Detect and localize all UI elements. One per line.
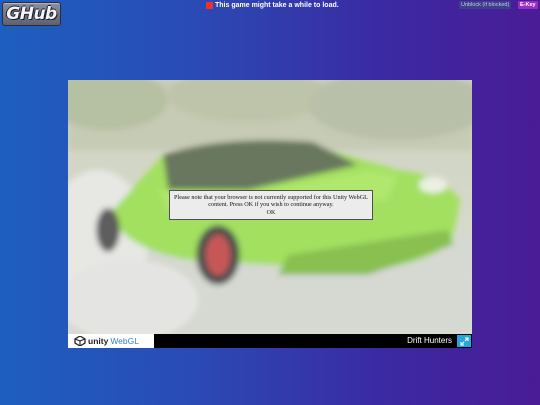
dialog-message: Please note that your browser is not cur… — [174, 194, 368, 209]
webgl-word: WebGL — [110, 336, 139, 346]
game-canvas[interactable]: Please note that your browser is not cur… — [68, 80, 472, 334]
unity-word: unity — [88, 336, 109, 346]
unity-webgl-badge[interactable]: unity WebGL — [68, 334, 154, 348]
browser-warning-dialog: Please note that your browser is not cur… — [169, 190, 373, 220]
fullscreen-icon — [459, 336, 469, 346]
unblock-button[interactable]: Unblock (if blocked) — [459, 1, 512, 9]
ok-button[interactable]: OK — [170, 210, 372, 217]
unity-logo-icon — [74, 336, 86, 346]
logo-text: GHub — [6, 4, 57, 24]
loading-notice: This game might take a while to load. — [206, 0, 339, 10]
game-footer: unity WebGL Drift Hunters — [68, 334, 472, 348]
e-key-button[interactable]: E-Key — [518, 1, 538, 9]
notice-text: This game might take a while to load. — [215, 1, 339, 9]
site-logo[interactable]: GHub — [2, 2, 61, 26]
warning-square-icon — [206, 1, 213, 9]
fullscreen-button[interactable] — [457, 335, 471, 347]
game-title: Drift Hunters — [407, 336, 452, 345]
